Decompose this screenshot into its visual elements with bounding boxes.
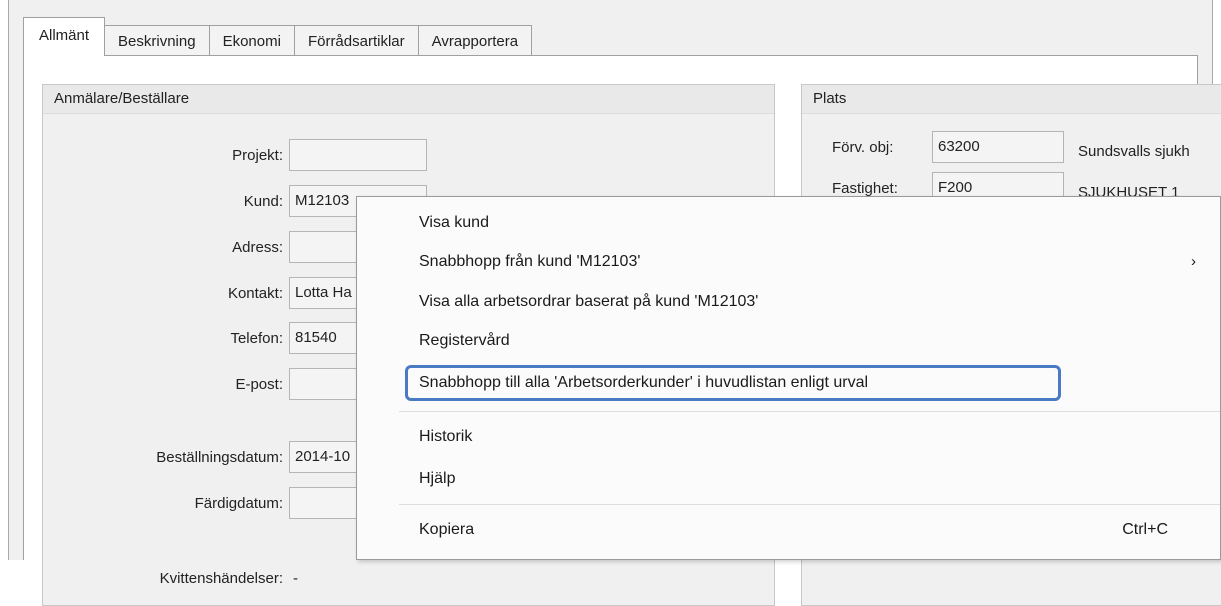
forv-obj-description: Sundsvalls sjukh (1078, 143, 1190, 160)
menu-item-snabbhopp-fran-kund[interactable]: Snabbhopp från kund 'M12103' › (357, 244, 1220, 280)
menu-item-historik[interactable]: Historik (357, 419, 1220, 455)
menu-item-label: Visa alla arbetsordrar baserat på kund '… (419, 293, 759, 310)
tab-forradsartiklar[interactable]: Förrådsartiklar (293, 25, 419, 56)
label-epost: E-post: (235, 376, 283, 393)
menu-item-registervard[interactable]: Registervård (357, 323, 1220, 359)
menu-item-label: Historik (419, 428, 473, 445)
chevron-right-icon: › (1191, 253, 1196, 270)
menu-item-hjalp[interactable]: Hjälp (357, 461, 1220, 497)
shortcut-label: Ctrl+C (1122, 521, 1168, 538)
menu-item-kopiera[interactable]: Kopiera Ctrl+C (357, 512, 1220, 548)
label-kontakt: Kontakt: (227, 285, 283, 302)
label-kund: Kund: (243, 193, 283, 210)
highlight-outline (405, 365, 1061, 401)
label-fastighet: Fastighet: (832, 180, 898, 197)
group-title-plats: Plats (802, 85, 1221, 114)
tab-avrapportera[interactable]: Avrapportera (417, 25, 533, 56)
menu-item-label: Visa kund (419, 214, 489, 231)
menu-separator (399, 411, 1220, 412)
forv-obj-field[interactable]: 63200 (932, 131, 1064, 163)
tab-beskrivning[interactable]: Beskrivning (104, 25, 210, 56)
tab-allmant[interactable]: Allmänt (23, 17, 106, 56)
menu-item-visa-alla-arbetsordrar[interactable]: Visa alla arbetsordrar baserat på kund '… (357, 284, 1220, 320)
kvittenshandelser-value: - (293, 570, 298, 587)
menu-item-label: Hjälp (419, 470, 456, 487)
menu-item-visa-kund[interactable]: Visa kund (357, 205, 1220, 241)
tab-ekonomi[interactable]: Ekonomi (208, 25, 295, 56)
menu-item-label: Snabbhopp från kund 'M12103' (419, 253, 641, 270)
label-telefon: Telefon: (230, 330, 283, 347)
tab-strip: Allmänt Beskrivning Ekonomi Förrådsartik… (23, 16, 533, 56)
menu-separator (399, 504, 1220, 505)
label-adress: Adress: (232, 239, 283, 256)
menu-item-label: Kopiera (419, 521, 475, 538)
menu-item-label: Registervård (419, 332, 510, 349)
group-title-anmalare: Anmälare/Beställare (43, 85, 774, 114)
label-projekt: Projekt: (232, 147, 283, 164)
context-menu: Visa kund Snabbhopp från kund 'M12103' ›… (356, 196, 1221, 560)
label-forv-obj: Förv. obj: (832, 139, 894, 156)
label-bestallningsdatum: Beställningsdatum: (156, 449, 283, 466)
projekt-field[interactable] (289, 139, 427, 171)
label-fardigdatum: Färdigdatum: (194, 495, 283, 512)
label-kvittenshandelser: Kvittenshändelser: (159, 570, 283, 587)
